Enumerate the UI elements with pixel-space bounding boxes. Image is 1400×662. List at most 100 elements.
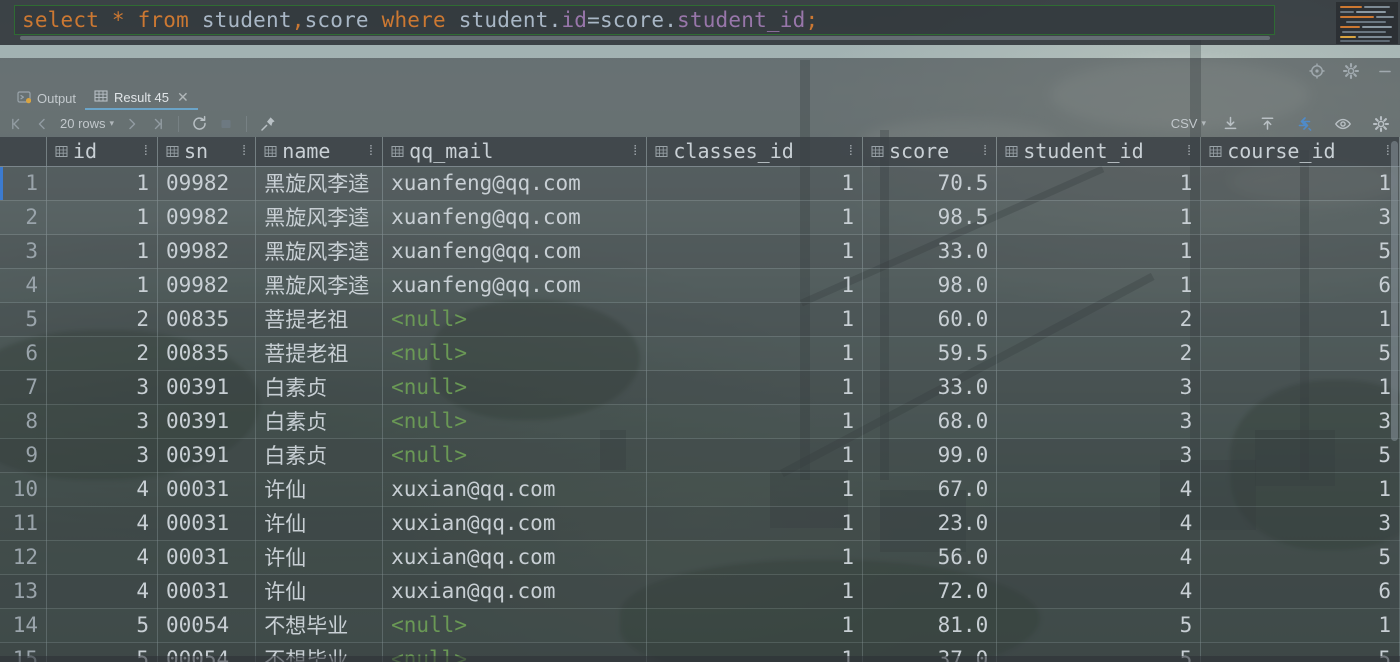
row-number[interactable]: 7 bbox=[0, 370, 47, 405]
cell-classes_id[interactable]: 1 bbox=[646, 268, 863, 303]
cell-id[interactable]: 4 bbox=[46, 472, 158, 507]
cell-name[interactable]: 白素贞 bbox=[255, 438, 384, 473]
rows-count-dropdown[interactable]: 20 rows ▾ bbox=[56, 116, 118, 131]
row-number[interactable]: 3 bbox=[0, 234, 47, 269]
cell-score[interactable]: 98.0 bbox=[862, 268, 998, 303]
cell-score[interactable]: 67.0 bbox=[862, 472, 998, 507]
cell-student_id[interactable]: 1 bbox=[996, 268, 1202, 303]
gear-icon[interactable] bbox=[1342, 62, 1360, 80]
cell-sn[interactable]: 00391 bbox=[157, 370, 257, 405]
cell-classes_id[interactable]: 1 bbox=[646, 574, 863, 609]
cell-student_id[interactable]: 3 bbox=[996, 438, 1202, 473]
cell-score[interactable]: 33.0 bbox=[862, 370, 998, 405]
table-row[interactable]: 14 5 00054 不想毕业 <null> 1 81.0 5 1 bbox=[0, 608, 1400, 643]
column-header-student_id[interactable]: student_id ⁞ bbox=[996, 137, 1202, 167]
cell-name[interactable]: 不想毕业 bbox=[255, 608, 384, 643]
cell-id[interactable]: 1 bbox=[46, 166, 158, 201]
cell-qq_mail[interactable]: xuxian@qq.com bbox=[382, 472, 648, 507]
cell-score[interactable]: 59.5 bbox=[862, 336, 998, 371]
cell-score[interactable]: 72.0 bbox=[862, 574, 998, 609]
cell-qq_mail[interactable]: xuanfeng@qq.com bbox=[382, 166, 648, 201]
cell-student_id[interactable]: 5 bbox=[996, 608, 1202, 643]
cell-id[interactable]: 1 bbox=[46, 234, 158, 269]
cell-course_id[interactable]: 5 bbox=[1200, 438, 1400, 473]
cell-course_id[interactable]: 5 bbox=[1200, 336, 1400, 371]
table-row[interactable]: 3 1 09982 黑旋风李逵 xuanfeng@qq.com 1 33.0 1 5 bbox=[0, 234, 1400, 269]
next-page-button[interactable] bbox=[120, 113, 144, 135]
stop-icon[interactable] bbox=[214, 113, 238, 135]
cell-course_id[interactable]: 3 bbox=[1200, 404, 1400, 439]
cell-sn[interactable]: 00391 bbox=[157, 438, 257, 473]
column-header-name[interactable]: name ⁞ bbox=[255, 137, 384, 167]
cell-course_id[interactable]: 1 bbox=[1200, 370, 1400, 405]
close-icon[interactable]: ✕ bbox=[177, 89, 189, 106]
cell-sn[interactable]: 00835 bbox=[157, 336, 257, 371]
cell-course_id[interactable]: 5 bbox=[1200, 540, 1400, 575]
table-row[interactable]: 1 1 09982 黑旋风李逵 xuanfeng@qq.com 1 70.5 1 1 bbox=[0, 166, 1400, 201]
cell-course_id[interactable]: 3 bbox=[1200, 200, 1400, 235]
tab-output[interactable]: Output bbox=[8, 86, 85, 110]
column-header-id[interactable]: id ⁞ bbox=[46, 137, 158, 167]
cell-classes_id[interactable]: 1 bbox=[646, 234, 863, 269]
cell-qq_mail[interactable]: xuxian@qq.com bbox=[382, 540, 648, 575]
cell-qq_mail[interactable]: <null> bbox=[382, 302, 648, 337]
row-number[interactable]: 10 bbox=[0, 472, 47, 507]
cell-qq_mail[interactable]: <null> bbox=[382, 336, 648, 371]
cell-student_id[interactable]: 4 bbox=[996, 472, 1202, 507]
cell-qq_mail[interactable]: xuanfeng@qq.com bbox=[382, 200, 648, 235]
cell-name[interactable]: 菩提老祖 bbox=[255, 302, 384, 337]
cell-qq_mail[interactable]: <null> bbox=[382, 438, 648, 473]
column-header-qq_mail[interactable]: qq_mail ⁞ bbox=[382, 137, 648, 167]
cell-name[interactable]: 许仙 bbox=[255, 506, 384, 541]
cell-name[interactable]: 菩提老祖 bbox=[255, 336, 384, 371]
pin-icon[interactable] bbox=[255, 113, 281, 135]
row-number[interactable]: 8 bbox=[0, 404, 47, 439]
cell-id[interactable]: 4 bbox=[46, 574, 158, 609]
table-row[interactable]: 12 4 00031 许仙 xuxian@qq.com 1 56.0 4 5 bbox=[0, 540, 1400, 575]
cell-name[interactable]: 白素贞 bbox=[255, 370, 384, 405]
cell-course_id[interactable]: 1 bbox=[1200, 608, 1400, 643]
cell-qq_mail[interactable]: <null> bbox=[382, 404, 648, 439]
column-header-score[interactable]: score ⁞ bbox=[862, 137, 998, 167]
cell-student_id[interactable]: 1 bbox=[996, 200, 1202, 235]
table-row[interactable]: 9 3 00391 白素贞 <null> 1 99.0 3 5 bbox=[0, 438, 1400, 473]
cell-qq_mail[interactable]: xuxian@qq.com bbox=[382, 574, 648, 609]
table-row[interactable]: 13 4 00031 许仙 xuxian@qq.com 1 72.0 4 6 bbox=[0, 574, 1400, 609]
table-row[interactable]: 10 4 00031 许仙 xuxian@qq.com 1 67.0 4 1 bbox=[0, 472, 1400, 507]
cell-id[interactable]: 1 bbox=[46, 268, 158, 303]
cell-classes_id[interactable]: 1 bbox=[646, 540, 863, 575]
row-number[interactable]: 4 bbox=[0, 268, 47, 303]
cell-name[interactable]: 白素贞 bbox=[255, 404, 384, 439]
cell-course_id[interactable]: 6 bbox=[1200, 574, 1400, 609]
cell-sn[interactable]: 00054 bbox=[157, 608, 257, 643]
row-number[interactable]: 1 bbox=[0, 166, 47, 201]
cell-id[interactable]: 4 bbox=[46, 506, 158, 541]
cell-score[interactable]: 98.5 bbox=[862, 200, 998, 235]
cell-sn[interactable]: 09982 bbox=[157, 268, 257, 303]
download-icon[interactable] bbox=[1218, 113, 1243, 135]
cell-classes_id[interactable]: 1 bbox=[646, 166, 863, 201]
eye-icon[interactable] bbox=[1330, 113, 1356, 135]
editor-minimap[interactable] bbox=[1336, 2, 1398, 44]
cell-sn[interactable]: 09982 bbox=[157, 200, 257, 235]
cell-classes_id[interactable]: 1 bbox=[646, 336, 863, 371]
row-number[interactable]: 5 bbox=[0, 302, 47, 337]
cell-sn[interactable]: 00391 bbox=[157, 404, 257, 439]
row-number[interactable]: 9 bbox=[0, 438, 47, 473]
cell-id[interactable]: 2 bbox=[46, 302, 158, 337]
gear-icon[interactable] bbox=[1368, 113, 1394, 135]
cell-sn[interactable]: 09982 bbox=[157, 234, 257, 269]
cell-sn[interactable]: 09982 bbox=[157, 166, 257, 201]
cell-course_id[interactable]: 5 bbox=[1200, 234, 1400, 269]
table-row[interactable]: 5 2 00835 菩提老祖 <null> 1 60.0 2 1 bbox=[0, 302, 1400, 337]
table-row[interactable]: 2 1 09982 黑旋风李逵 xuanfeng@qq.com 1 98.5 1 3 bbox=[0, 200, 1400, 235]
cell-course_id[interactable]: 6 bbox=[1200, 268, 1400, 303]
cell-student_id[interactable]: 4 bbox=[996, 506, 1202, 541]
column-sort-icon[interactable]: ⁞ bbox=[1185, 143, 1193, 160]
minimize-icon[interactable] bbox=[1376, 62, 1394, 80]
result-grid[interactable]: id ⁞ sn ⁞ name ⁞ qq_mail ⁞ classes_id ⁞ score ⁞ stud… bbox=[0, 137, 1400, 662]
cell-student_id[interactable]: 3 bbox=[996, 404, 1202, 439]
prev-page-button[interactable] bbox=[30, 113, 54, 135]
cell-course_id[interactable]: 1 bbox=[1200, 302, 1400, 337]
cell-score[interactable]: 70.5 bbox=[862, 166, 998, 201]
